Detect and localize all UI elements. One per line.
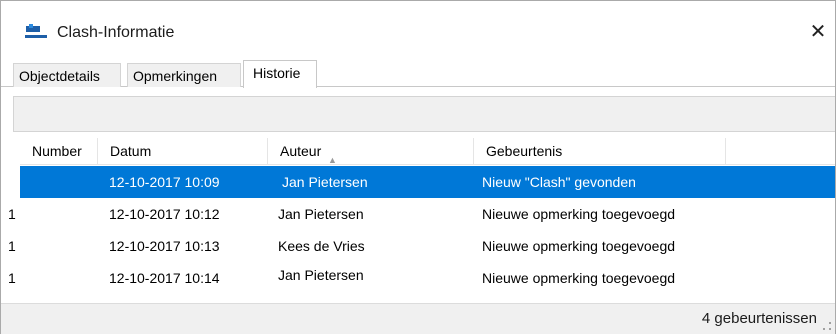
history-table: Number Datum ▲ Auteur Gebeurtenis 1 12-1… bbox=[8, 138, 835, 302]
event-count-status: 4 gebeurtenissen bbox=[701, 310, 817, 327]
column-header-number[interactable]: Number bbox=[20, 138, 98, 164]
toolbar bbox=[13, 96, 835, 132]
cell-datum: 12-10-2017 10:14 bbox=[109, 270, 220, 286]
window-title: Clash-Informatie bbox=[57, 24, 175, 41]
column-header-datum-label: Datum bbox=[110, 143, 152, 159]
cell-number: 1 bbox=[8, 174, 16, 190]
table-row[interactable]: 1 12-10-2017 10:14 Jan Pietersen Nieuwe … bbox=[8, 262, 835, 294]
cell-gebeurtenis: Nieuw "Clash" gevonden bbox=[482, 174, 636, 190]
cell-auteur: Jan Pietersen bbox=[278, 267, 364, 283]
tab-objectdetails[interactable]: Objectdetails bbox=[13, 63, 121, 88]
cell-gebeurtenis: Nieuwe opmerking toegevoegd bbox=[482, 238, 676, 254]
cell-gebeurtenis: Nieuwe opmerking toegevoegd bbox=[482, 206, 676, 222]
table-row[interactable]: 1 12-10-2017 10:13 Kees de Vries Nieuwe … bbox=[8, 230, 835, 262]
clash-app-icon bbox=[25, 24, 47, 38]
column-header-datum[interactable]: Datum ▲ bbox=[98, 138, 337, 165]
tab-historie[interactable]: Historie bbox=[243, 60, 317, 88]
cell-gebeurtenis: Nieuwe opmerking toegevoegd bbox=[482, 270, 676, 286]
cell-number: 1 bbox=[8, 206, 16, 222]
table-row[interactable]: 1 12-10-2017 10:09 Jan Pietersen Nieuw "… bbox=[8, 166, 835, 198]
column-header-gebeurtenis[interactable]: Gebeurtenis bbox=[474, 138, 726, 164]
column-header-auteur[interactable]: Auteur bbox=[268, 138, 474, 164]
cell-datum: 12-10-2017 10:09 bbox=[109, 174, 220, 190]
table-header: Number Datum ▲ Auteur Gebeurtenis bbox=[20, 138, 835, 165]
resize-grip-icon[interactable] bbox=[820, 319, 832, 331]
cell-auteur: Jan Pietersen bbox=[282, 174, 368, 190]
status-bar: 4 gebeurtenissen bbox=[1, 303, 835, 334]
cell-number: 1 bbox=[8, 270, 16, 286]
clash-info-window: Clash-Informatie ✕ Objectdetails Opmerki… bbox=[0, 0, 836, 334]
cell-number: 1 bbox=[8, 238, 16, 254]
cell-auteur: Kees de Vries bbox=[278, 238, 365, 254]
tab-opmerkingen[interactable]: Opmerkingen bbox=[127, 63, 241, 88]
tab-strip: Objectdetails Opmerkingen Historie bbox=[1, 51, 835, 88]
close-button[interactable]: ✕ bbox=[803, 17, 833, 47]
cell-datum: 12-10-2017 10:12 bbox=[109, 206, 220, 222]
historie-panel: Number Datum ▲ Auteur Gebeurtenis 1 12-1… bbox=[1, 87, 835, 333]
table-row[interactable]: 1 12-10-2017 10:12 Jan Pietersen Nieuwe … bbox=[8, 198, 835, 230]
cell-datum: 12-10-2017 10:13 bbox=[109, 238, 220, 254]
cell-auteur: Jan Pietersen bbox=[278, 206, 364, 222]
title-bar[interactable]: Clash-Informatie ✕ bbox=[1, 1, 835, 51]
